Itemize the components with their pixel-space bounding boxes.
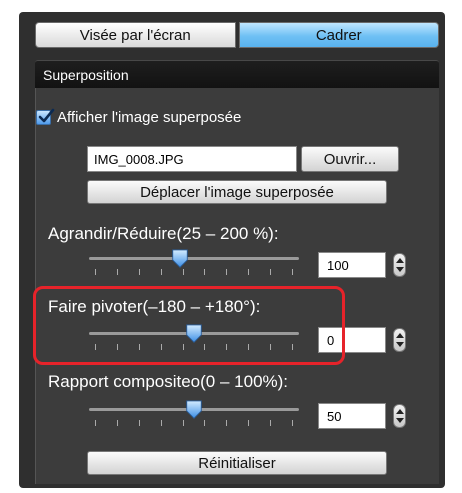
rotate-label: Faire pivoter(–180 – +180°): xyxy=(48,297,261,316)
move-overlay-button[interactable]: Déplacer l'image superposée xyxy=(87,180,387,204)
rotate-value-field[interactable]: 0 xyxy=(318,327,386,353)
slider-thumb[interactable] xyxy=(184,400,204,420)
slider-thumb[interactable] xyxy=(184,324,204,344)
slider-ticks xyxy=(95,344,293,350)
slider-thumb[interactable] xyxy=(170,249,190,269)
tab-frame[interactable]: Cadrer xyxy=(238,22,439,48)
composite-value-field[interactable]: 50 xyxy=(318,403,386,429)
tab-screen-view[interactable]: Visée par l'écran xyxy=(35,22,236,48)
composite-slider[interactable] xyxy=(89,400,299,430)
stepper-arrows-icon xyxy=(396,258,404,272)
show-overlay-row: Afficher l'image superposée xyxy=(36,108,242,126)
panel-title: Superposition xyxy=(35,60,439,88)
stepper-arrows-icon xyxy=(396,409,404,423)
zoom-slider[interactable] xyxy=(89,249,299,279)
composite-label: Rapport compositeo(0 – 100%): xyxy=(48,372,289,391)
zoom-label: Agrandir/Réduire(25 – 200 %): xyxy=(48,224,279,243)
open-button[interactable]: Ouvrir... xyxy=(301,146,399,172)
overlay-file-field[interactable]: IMG_0008.JPG xyxy=(87,146,297,172)
view-tabs: Visée par l'écran Cadrer xyxy=(35,22,439,48)
reset-button[interactable]: Réinitialiser xyxy=(87,451,387,475)
show-overlay-label: Afficher l'image superposée xyxy=(57,109,242,126)
stepper-arrows-icon xyxy=(396,333,404,347)
composite-stepper[interactable] xyxy=(393,404,406,428)
zoom-stepper[interactable] xyxy=(393,253,406,277)
slider-ticks xyxy=(95,420,293,426)
checkmark-icon xyxy=(38,108,55,123)
show-overlay-checkbox[interactable] xyxy=(36,108,55,125)
rotate-stepper[interactable] xyxy=(393,328,406,352)
zoom-value-field[interactable]: 100 xyxy=(318,252,386,278)
slider-ticks xyxy=(95,269,293,275)
rotate-slider[interactable] xyxy=(89,324,299,354)
slider-track xyxy=(89,257,299,260)
